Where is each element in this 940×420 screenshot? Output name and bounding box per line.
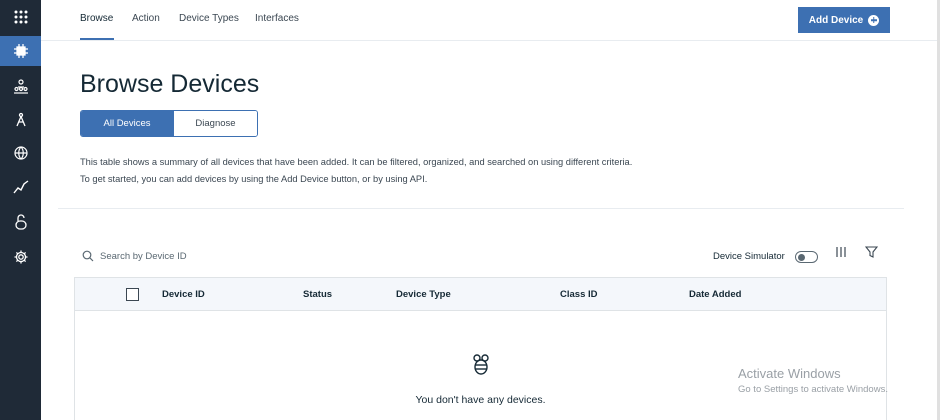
sidebar (0, 0, 41, 420)
settings-icon[interactable] (0, 242, 41, 272)
app-grid-icon[interactable] (0, 2, 41, 32)
rules-icon[interactable] (0, 105, 41, 135)
search-input[interactable] (100, 248, 300, 264)
tab-browse[interactable]: Browse (80, 13, 113, 24)
watermark-subtitle: Go to Settings to activate Windows. (738, 384, 888, 395)
diagnose-button[interactable]: Diagnose (173, 111, 257, 136)
filter-icon[interactable] (864, 245, 879, 263)
bee-icon (471, 354, 491, 381)
view-switcher: All Devices Diagnose (80, 110, 258, 137)
column-device-type[interactable]: Device Type (396, 289, 451, 300)
lock-icon[interactable] (0, 207, 41, 237)
search-icon (82, 249, 94, 267)
table-header: Device ID Status Device Type Class ID Da… (75, 278, 886, 311)
tab-device-types[interactable]: Device Types (179, 13, 239, 24)
chip-icon[interactable] (0, 36, 41, 66)
watermark-title: Activate Windows (738, 366, 841, 381)
column-device-id[interactable]: Device ID (162, 289, 205, 300)
column-status[interactable]: Status (303, 289, 332, 300)
select-all-checkbox[interactable] (126, 288, 139, 301)
device-simulator-label: Device Simulator (713, 251, 785, 262)
column-class-id[interactable]: Class ID (560, 289, 598, 300)
add-device-button[interactable]: Add Device (798, 7, 890, 33)
all-devices-button[interactable]: All Devices (81, 111, 173, 136)
tab-interfaces[interactable]: Interfaces (255, 13, 299, 24)
security-icon[interactable] (0, 138, 41, 168)
toggle-knob (798, 253, 805, 261)
add-device-label: Add Device (808, 14, 864, 26)
tab-action[interactable]: Action (132, 13, 160, 24)
activate-windows-watermark: Activate Windows Go to Settings to activ… (738, 366, 888, 395)
plus-circle-icon (868, 14, 880, 26)
divider (58, 208, 904, 209)
page-title: Browse Devices (80, 70, 260, 98)
analytics-icon[interactable] (0, 172, 41, 202)
column-settings-icon[interactable] (835, 245, 847, 263)
device-simulator-toggle[interactable] (795, 251, 818, 263)
devices-table: Device ID Status Device Type Class ID Da… (74, 277, 887, 420)
column-date-added[interactable]: Date Added (689, 289, 741, 300)
empty-state-message: You don't have any devices. (415, 394, 546, 406)
active-tab-indicator (80, 38, 114, 40)
page-description: This table shows a summary of all device… (80, 157, 633, 184)
members-icon[interactable] (0, 71, 41, 101)
